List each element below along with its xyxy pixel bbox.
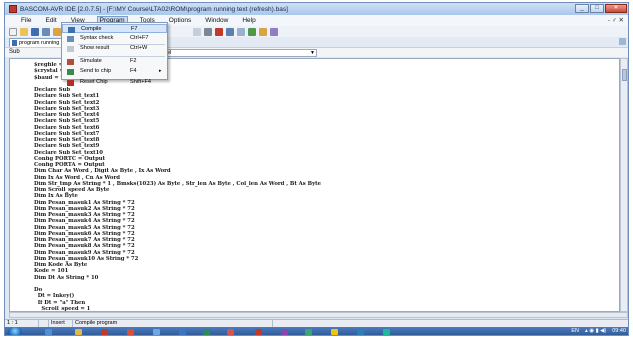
open-folder-icon[interactable] [20,27,28,36]
excel-icon[interactable] [203,329,210,335]
explorer-icon[interactable] [75,329,82,335]
menu-item-send-to-chip[interactable]: Send to chip F4 ▸ [62,67,167,76]
menu-item-shortcut: Ctrl+F7 [130,35,149,41]
menu-item-label: Simulate [80,58,102,64]
vertical-scrollbar[interactable] [620,58,628,312]
modified-indicator [39,320,49,327]
send-to-chip-icon [67,69,74,75]
menu-item-label: Syntax check [80,35,114,41]
cursor-position: 1 : 1 [5,320,39,327]
new-file-icon[interactable] [9,27,17,36]
scroll-thumb[interactable] [622,69,627,81]
save-icon[interactable] [31,27,39,36]
window-controls: _ □ ✕ [575,4,627,13]
paint-icon[interactable] [281,329,288,335]
bascom-app-icon [9,5,17,13]
help-icon[interactable] [270,27,278,36]
sub-label: Sub [9,49,20,55]
menu-item-shortcut: F4 [130,68,137,74]
window-title: BASCOM-AVR IDE [2.0.7.5] - [F:\MY Course… [20,5,288,13]
status-message: Compile program [73,320,273,327]
menu-window[interactable]: Window [203,17,230,24]
menu-item-shortcut: F2 [130,58,137,64]
bascom-taskbar-icon[interactable] [255,329,262,335]
menu-separator [78,44,165,45]
chip-icon[interactable] [248,27,256,36]
chevron-down-icon: ▼ [310,50,315,56]
sub-combo[interactable]: del ▼ [161,49,317,57]
title-bar[interactable]: BASCOM-AVR IDE [2.0.7.5] - [F:\MY Course… [5,3,628,15]
close-tab-icon[interactable] [619,38,626,45]
menu-item-shortcut: Shift+F4 [130,79,151,85]
syntax-check-icon [67,36,74,42]
outdent-icon[interactable] [204,27,212,36]
menu-item-label: Reset Chip [80,79,108,85]
save-all-icon[interactable] [42,27,50,36]
menu-item-shortcut: F7 [131,26,138,32]
menu-options[interactable]: Options [167,17,193,24]
menu-item-label: Compile [81,26,102,32]
show-result-icon [67,46,74,52]
menu-item-syntax-check[interactable]: Syntax check Ctrl+F7 [62,34,167,43]
status-bar: 1 : 1 Insert Compile program [5,319,628,327]
tray-icons[interactable]: ▴ ◉ ▮ ◀) [585,328,606,334]
browser-icon[interactable] [127,329,134,335]
mdi-controls[interactable]: - ♂ ✕ [608,16,624,24]
taskbar-app-icon[interactable] [153,329,160,335]
language-indicator[interactable]: EN [571,328,579,334]
file-icon [12,40,17,46]
taskbar: EN ▴ ◉ ▮ ◀) 09:40 [5,327,628,335]
folder-icon[interactable] [331,329,338,335]
simulate-icon [67,59,74,65]
code-lines: $regfile = " $crystal = " $baud = 9600 Decl… [34,62,614,311]
horizontal-scrollbar[interactable] [9,312,628,318]
menu-item-reset-chip[interactable]: Reset Chip Shift+F4 [62,78,167,87]
reset-chip-icon [67,80,74,86]
bookmark-icon[interactable] [215,27,223,36]
terminal-icon[interactable] [259,27,267,36]
start-button[interactable] [8,327,22,335]
program-menu-dropdown: Compile F7 Syntax check Ctrl+F7 Show result C… [61,22,168,86]
chat-icon[interactable] [305,329,312,335]
skype-icon[interactable] [357,329,364,335]
print-icon[interactable] [53,27,61,36]
menu-item-label: Send to chip [80,68,112,74]
indent-icon[interactable] [193,27,201,36]
menu-item-shortcut: Ctrl+W [130,45,148,51]
close-button[interactable]: ✕ [605,4,627,13]
powerpoint-icon[interactable] [227,329,234,335]
code-editor[interactable]: $regfile = " $crystal = " $baud = 9600 Decl… [9,58,620,312]
clock[interactable]: 09:40 [612,328,626,334]
ie-icon[interactable] [45,329,52,335]
insert-mode: Insert [49,320,73,327]
media-icon[interactable] [101,329,108,335]
find-icon[interactable] [226,27,234,36]
replace-icon[interactable] [237,27,245,36]
menu-item-compile[interactable]: Compile F7 [62,24,167,33]
word-icon[interactable] [179,329,186,335]
compile-icon [68,27,75,33]
menu-item-show-result[interactable]: Show result Ctrl+W [62,44,167,53]
menu-help[interactable]: Help [240,17,257,24]
menu-item-label: Show result [80,45,110,51]
menu-separator [78,56,165,57]
system-tray: EN ▴ ◉ ▮ ◀) 09:40 [571,328,626,334]
maximize-button[interactable]: □ [590,4,604,13]
network-app-icon[interactable] [383,329,390,335]
menu-item-simulate[interactable]: Simulate F2 [62,57,167,66]
submenu-arrow-icon: ▸ [159,68,162,74]
menu-file[interactable]: File [19,17,33,24]
minimize-button[interactable]: _ [575,4,589,13]
menu-edit[interactable]: Edit [43,17,58,24]
